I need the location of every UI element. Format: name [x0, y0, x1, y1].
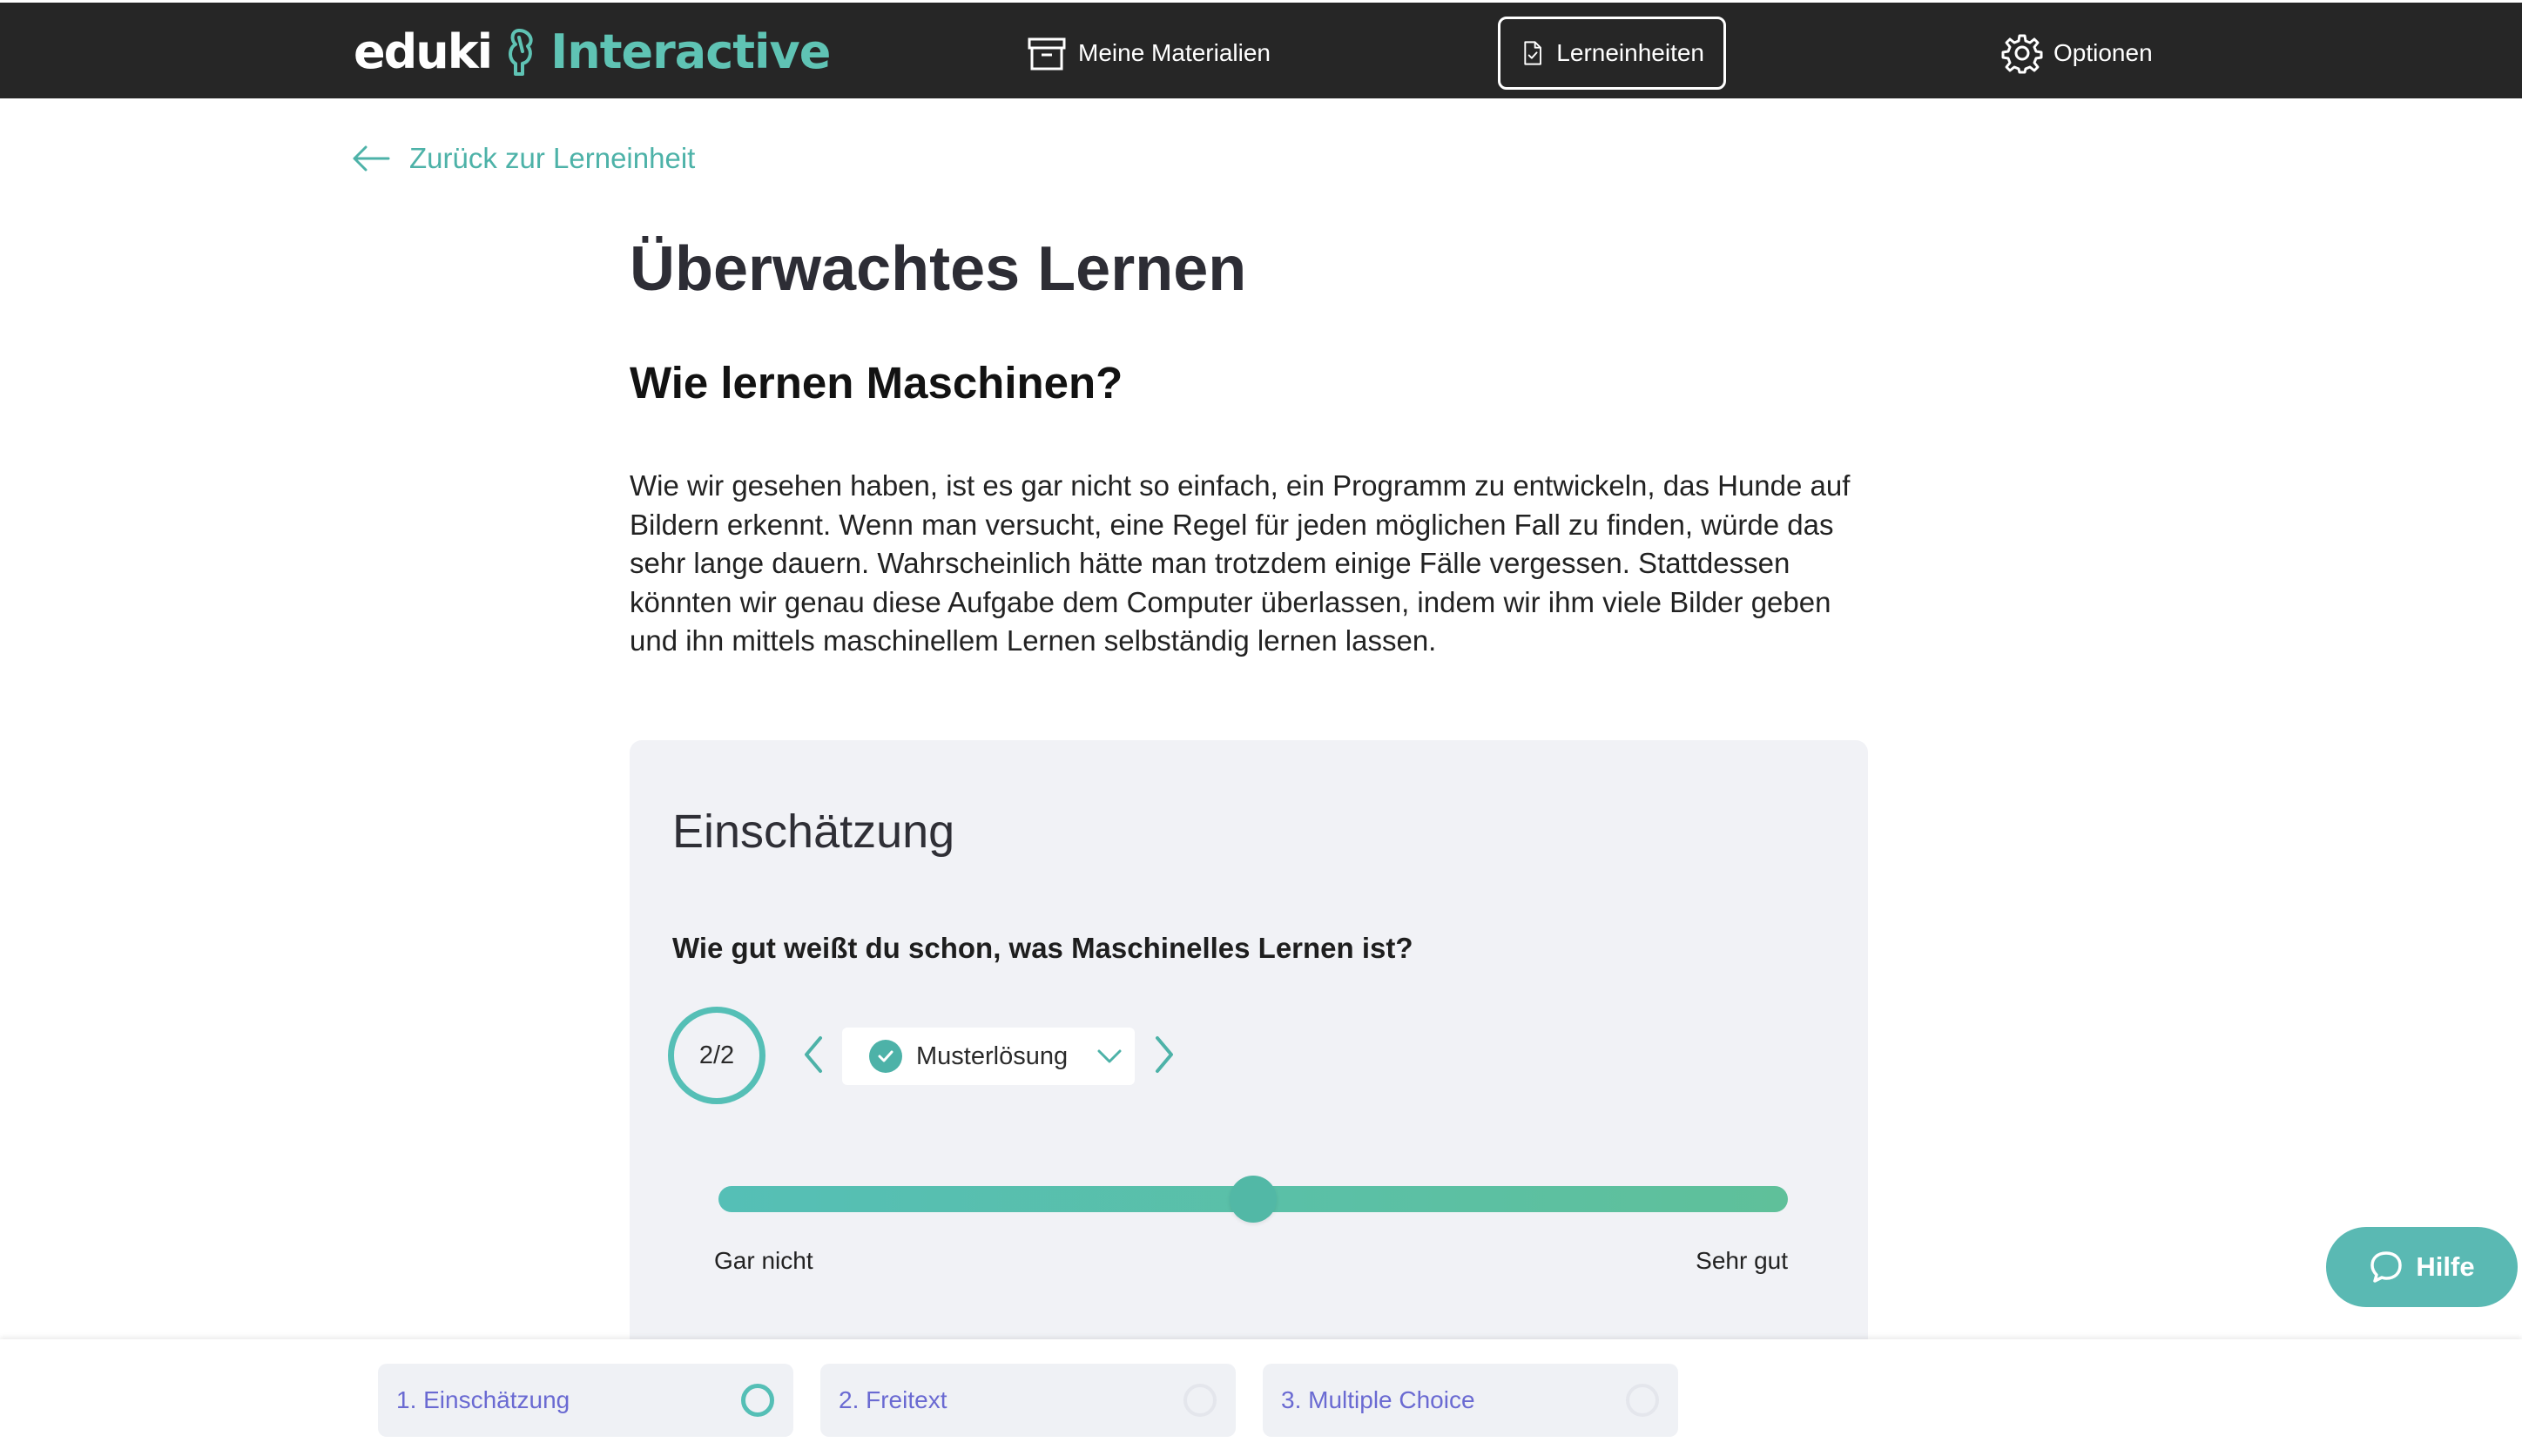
step-label: 1. Einschätzung: [396, 1386, 570, 1413]
gear-icon: [2001, 34, 2043, 74]
logo-eduki-text: eduki: [354, 24, 493, 79]
nav-lerneinheiten[interactable]: Lerneinheiten: [1498, 17, 1726, 90]
chevron-down-icon: [1097, 1049, 1122, 1063]
next-chevron-icon[interactable]: [1152, 1033, 1178, 1076]
page-title: Überwachtes Lernen: [630, 234, 1247, 304]
nav-lerneinheiten-label: Lerneinheiten: [1556, 39, 1704, 66]
nav-meine-materialien[interactable]: Meine Materialien: [1007, 17, 1290, 90]
chat-bubble-icon: [2370, 1251, 2403, 1283]
step-einschaetzung[interactable]: 1. Einschätzung: [378, 1364, 793, 1437]
slider-max-label: Sehr gut: [1696, 1247, 1788, 1274]
top-navigation-bar: eduki Interactive Meine Materialien Lern…: [0, 0, 2522, 98]
back-link-label: Zurück zur Lerneinheit: [409, 142, 696, 174]
step-freitext[interactable]: 2. Freitext: [820, 1364, 1236, 1437]
nav-meine-materialien-label: Meine Materialien: [1078, 39, 1271, 66]
attempt-counter: 2/2: [668, 1007, 765, 1104]
previous-chevron-icon[interactable]: [799, 1033, 826, 1076]
help-button[interactable]: Hilfe: [2326, 1227, 2518, 1307]
step-label: 2. Freitext: [839, 1386, 947, 1413]
card-title: Einschätzung: [672, 806, 955, 858]
nav-optionen[interactable]: Optionen: [1982, 17, 2172, 90]
section-title: Wie lernen Maschinen?: [630, 358, 1123, 408]
nav-optionen-label: Optionen: [2053, 39, 2153, 66]
step-status-circle-icon: [741, 1384, 774, 1417]
assessment-question: Wie gut weißt du schon, was Maschinelles…: [672, 932, 1413, 964]
step-label: 3. Multiple Choice: [1281, 1386, 1475, 1413]
help-button-label: Hilfe: [2416, 1251, 2475, 1282]
arrow-left-icon: [353, 145, 390, 172]
slider-min-label: Gar nicht: [714, 1247, 813, 1274]
step-status-circle-icon: [1626, 1384, 1659, 1417]
step-navigation-bar: 1. Einschätzung 2. Freitext 3. Multiple …: [0, 1339, 2522, 1456]
logo-interactive-text: Interactive: [550, 24, 831, 79]
attempt-counter-label: 2/2: [698, 1041, 735, 1069]
dropdown-selected-value: Musterlösung: [916, 1041, 1069, 1070]
step-multiple-choice[interactable]: 3. Multiple Choice: [1263, 1364, 1678, 1437]
logo-hand-icon: [509, 29, 533, 76]
step-status-circle-icon: [1183, 1384, 1217, 1417]
slider-thumb[interactable]: [1230, 1176, 1277, 1223]
intro-paragraph: Wie wir gesehen haben, ist es gar nicht …: [630, 469, 1851, 657]
archive-box-icon: [1028, 37, 1066, 71]
check-circle-icon: [869, 1040, 902, 1073]
document-check-icon: [1524, 41, 1541, 65]
back-to-learning-unit-link[interactable]: Zurück zur Lerneinheit: [352, 138, 695, 179]
solution-dropdown[interactable]: Musterlösung: [842, 1028, 1135, 1085]
app-logo[interactable]: eduki Interactive: [354, 24, 831, 79]
self-assessment-slider[interactable]: [718, 1176, 1788, 1223]
